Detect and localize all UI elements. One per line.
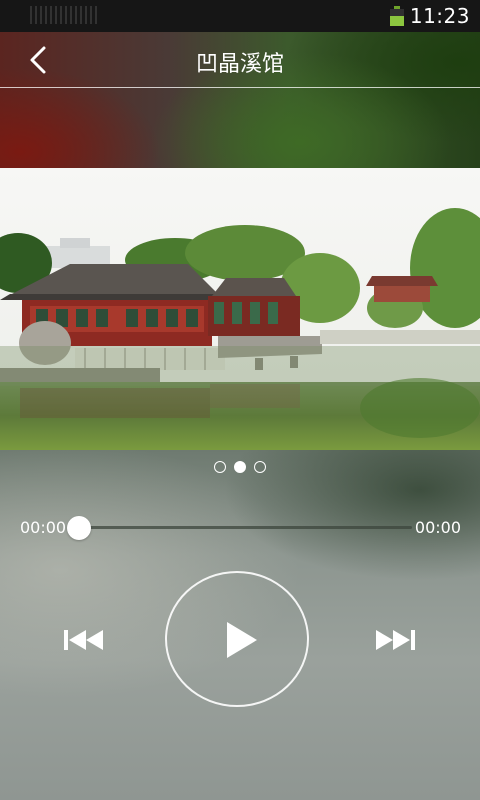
battery-level <box>390 15 404 26</box>
next-button[interactable] <box>371 620 419 660</box>
carousel-indicator <box>0 461 480 479</box>
seek-bar[interactable] <box>79 526 412 529</box>
skip-previous-icon <box>64 630 103 650</box>
nav-bar: 凹晶溪馆 <box>0 32 480 88</box>
previous-button[interactable] <box>60 620 108 660</box>
notification-icons <box>30 6 100 24</box>
battery-icon <box>390 6 404 26</box>
carousel-dot-1[interactable] <box>214 461 226 473</box>
skip-next-icon <box>376 630 415 650</box>
page-title: 凹晶溪馆 <box>195 52 284 77</box>
carousel-dot-3[interactable] <box>254 461 266 473</box>
play-button[interactable] <box>165 571 309 707</box>
status-bar: 11:23 <box>0 0 480 32</box>
play-icon <box>227 622 257 658</box>
scenic-photo[interactable] <box>0 168 480 450</box>
elapsed-time: 00:00 <box>20 518 67 537</box>
seek-thumb[interactable] <box>67 516 91 540</box>
nav-divider <box>0 87 480 88</box>
status-time: 11:23 <box>409 4 470 28</box>
carousel-dot-2[interactable] <box>234 461 246 473</box>
total-time: 00:00 <box>414 518 461 537</box>
